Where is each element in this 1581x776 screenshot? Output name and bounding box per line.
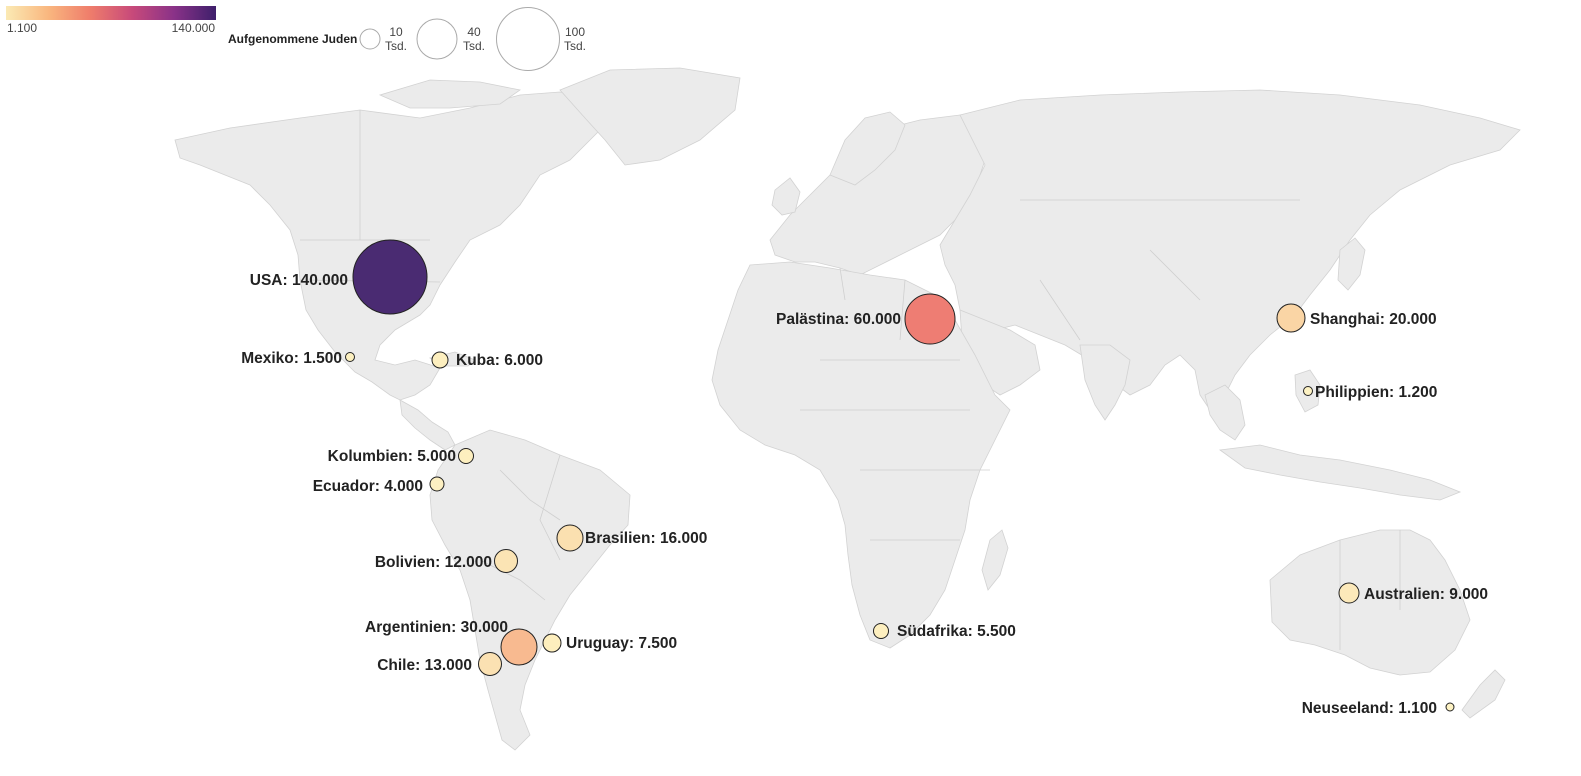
land-southeast-asia (1204, 384, 1246, 441)
marker-palaestina[interactable] (904, 293, 956, 345)
marker-uruguay[interactable] (542, 633, 562, 653)
label-argentinien: Argentinien: 30.000 (365, 619, 508, 636)
marker-chile[interactable] (478, 652, 502, 676)
label-neuseeland: Neuseeland: 1.100 (1302, 700, 1437, 717)
land-india (1079, 344, 1131, 421)
size-legend-circle-100 (496, 7, 560, 71)
label-shanghai: Shanghai: 20.000 (1310, 311, 1437, 328)
land-central-america (399, 399, 456, 451)
label-uruguay: Uruguay: 7.500 (566, 635, 677, 652)
land-new-zealand (1461, 669, 1506, 719)
marker-kolumbien[interactable] (458, 448, 474, 464)
size-legend-label-40-line1: 40 (467, 25, 481, 39)
world-map: 1.100 140.000 Aufgenommene Juden 10 Tsd.… (6, 6, 1521, 751)
color-ramp-bar (6, 6, 216, 20)
basemap (174, 67, 1521, 751)
label-australien: Australien: 9.000 (1364, 586, 1488, 603)
marker-brasilien[interactable] (556, 524, 584, 552)
land-uk (771, 177, 801, 216)
color-legend-min-label: 1.100 (7, 21, 37, 35)
label-brasilien: Brasilien: 16.000 (585, 530, 707, 547)
size-legend-title: Aufgenommene Juden (228, 32, 357, 46)
label-kolumbien: Kolumbien: 5.000 (328, 448, 456, 465)
label-chile: Chile: 13.000 (377, 657, 472, 674)
label-ecuador: Ecuador: 4.000 (313, 478, 423, 495)
land-arctic-islands (378, 79, 521, 109)
size-legend: Aufgenommene Juden 10 Tsd. 40 Tsd. 100 T… (228, 7, 586, 71)
label-bolivien: Bolivien: 12.000 (375, 554, 492, 571)
marker-mexiko[interactable] (345, 352, 355, 362)
size-legend-label-10-line2: Tsd. (385, 39, 407, 53)
marker-ecuador[interactable] (429, 476, 445, 492)
color-legend: 1.100 140.000 (6, 6, 216, 35)
size-legend-label-100-line2: Tsd. (564, 39, 586, 53)
label-mexiko: Mexiko: 1.500 (241, 350, 342, 367)
size-legend-label-100-line1: 100 (565, 25, 585, 39)
marker-kuba[interactable] (431, 351, 449, 369)
label-suedafrika: Südafrika: 5.500 (897, 623, 1016, 640)
label-philippien: Philippien: 1.200 (1315, 384, 1437, 401)
land-madagascar (981, 529, 1009, 591)
size-legend-label-10-line1: 10 (389, 25, 403, 39)
label-kuba: Kuba: 6.000 (456, 352, 543, 369)
marker-neuseeland[interactable] (1445, 702, 1455, 712)
land-greenland (559, 67, 741, 166)
size-legend-label-40-line2: Tsd. (463, 39, 485, 53)
label-usa: USA: 140.000 (250, 272, 348, 289)
color-legend-max-label: 140.000 (172, 21, 216, 35)
marker-philippien[interactable] (1303, 386, 1313, 396)
land-south-america (429, 429, 631, 751)
land-indonesia (1218, 444, 1462, 501)
marker-suedafrika[interactable] (873, 623, 889, 639)
size-legend-circle-40 (416, 18, 458, 60)
marker-australien[interactable] (1338, 582, 1360, 604)
marker-bolivien[interactable] (494, 549, 518, 573)
label-palaestina: Palästina: 60.000 (776, 311, 901, 328)
marker-usa[interactable] (352, 239, 428, 315)
size-legend-circle-10 (359, 28, 381, 50)
marker-shanghai[interactable] (1276, 303, 1306, 333)
